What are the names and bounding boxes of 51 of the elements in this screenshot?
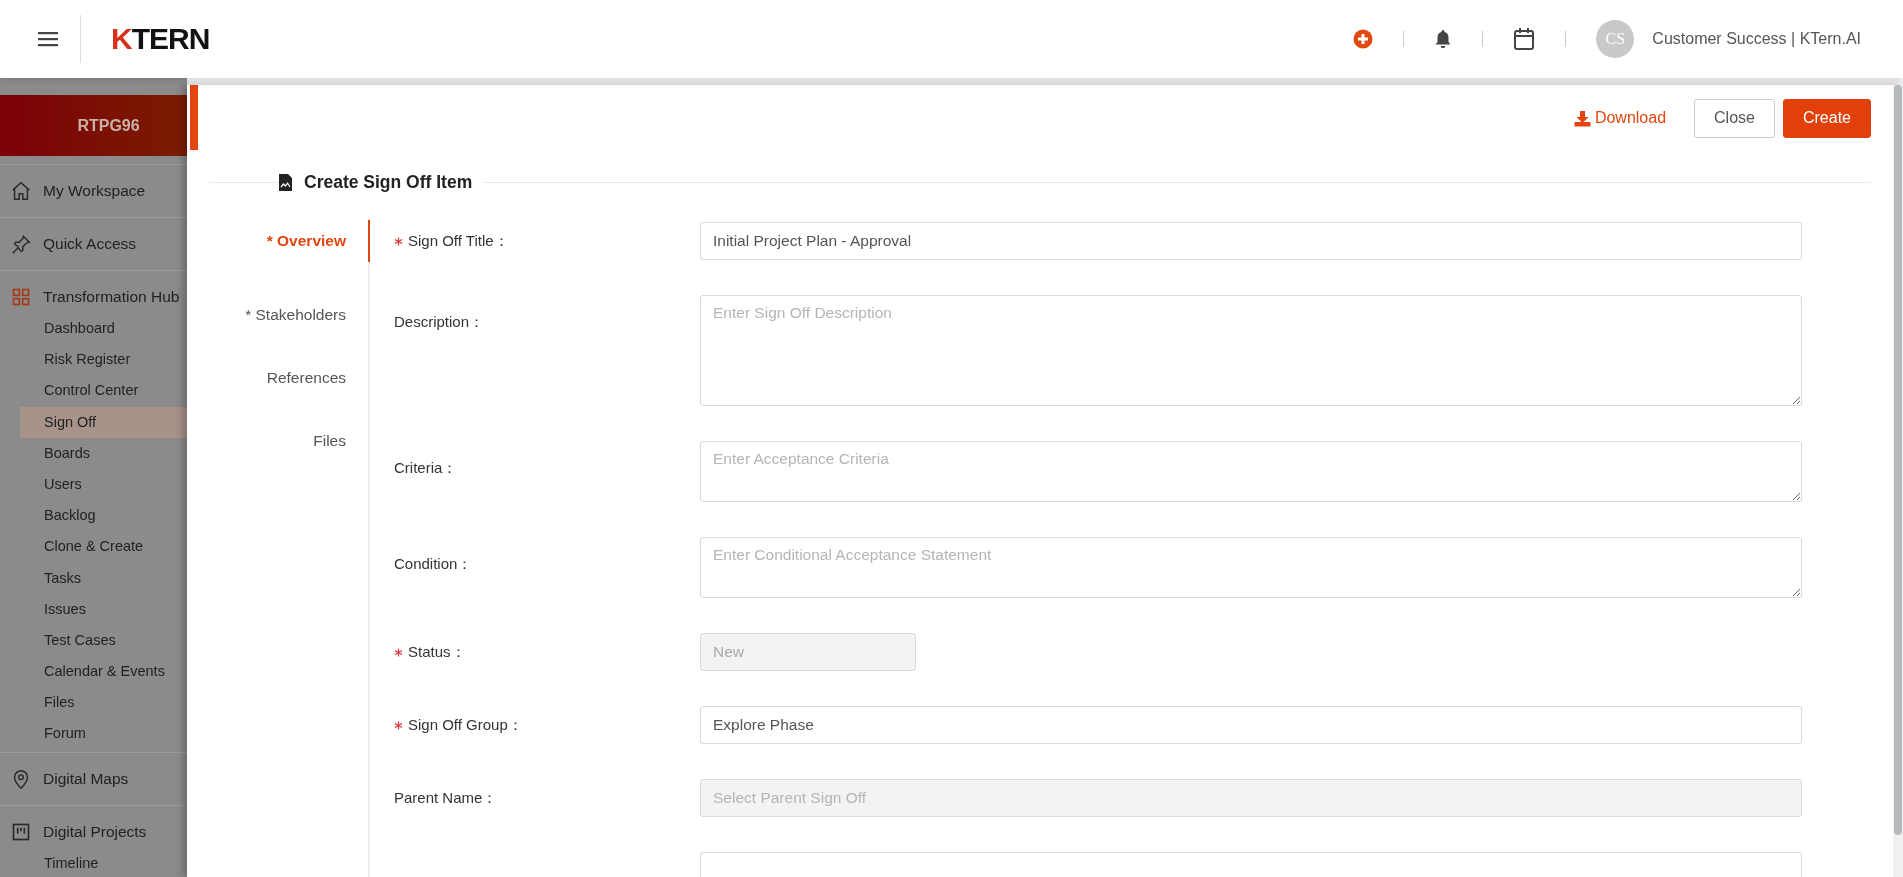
sidebar-item[interactable]: Clone & Create [20,531,187,563]
active-marker [190,85,198,150]
input-field[interactable]: Initial Project Plan - Approval [700,222,1802,260]
logo: KTERN [111,22,210,56]
sidebar-item[interactable]: Files [20,687,187,719]
field-label: Sign Off Group： [408,716,523,735]
sidebar-item[interactable]: Tasks [20,562,187,594]
sidebar-item[interactable]: Boards [20,437,187,469]
sidebar-item[interactable]: Sign Off [20,406,187,438]
sidebar-item[interactable]: Test Cases [20,624,187,657]
sidebar-item[interactable]: Backlog [20,500,187,532]
download-icon [1573,109,1591,127]
input-field[interactable]: Explore Phase [700,706,1802,744]
text-area[interactable]: Enter Acceptance Criteria [700,441,1802,502]
calendar-icon[interactable] [1513,27,1536,51]
menu-icon[interactable] [38,31,58,47]
sidebar-section[interactable]: Transformation Hub [43,288,180,306]
section-title: Create Sign Off Item [304,171,473,193]
field-label: Criteria： [394,459,458,478]
bell-icon[interactable] [1434,29,1453,49]
field-label: Parent Name： [394,789,498,808]
sidebar-item[interactable]: Timeline [20,847,187,877]
text-area[interactable]: Enter Sign Off Description [700,295,1802,406]
field-label: Condition： [394,555,473,574]
sidebar-item[interactable]: Issues [20,593,187,625]
project-banner: RTPG96 [0,95,187,156]
text-area[interactable]: Enter Conditional Acceptance Statement [700,537,1802,598]
sidebar-section[interactable]: Digital Projects [43,822,147,841]
sidebar-section[interactable]: My Workspace [43,182,146,200]
sidebar-item[interactable]: Dashboard [20,313,187,345]
secondary-button[interactable]: Close [1694,98,1775,138]
sidebar-item[interactable]: Risk Register [20,344,187,376]
form-tab[interactable]: Files [189,409,370,472]
form-tab[interactable]: References [189,346,370,409]
field-label: Description： [394,313,485,332]
primary-button[interactable]: Create [1782,98,1871,138]
add-icon[interactable] [1353,29,1374,49]
sidebar-section[interactable]: Quick Access [43,235,137,253]
sidebar-item[interactable]: Control Center [20,375,187,407]
sidebar-item[interactable]: Calendar & Events [20,656,187,688]
document-icon [279,173,292,191]
scrollbar-thumb[interactable] [1894,85,1902,835]
sidebar-section[interactable]: Digital Maps [43,769,129,788]
field-label: Status： [408,643,466,662]
sidebar-item[interactable]: Forum [20,718,187,750]
user-name[interactable]: Customer Success | KTern.AI [1652,30,1861,48]
download-link[interactable]: Download [1569,109,1671,127]
field-label: Sign Off Title： [408,232,509,251]
form-tab[interactable]: * Overview [189,220,370,262]
form-tab[interactable]: * Stakeholders [189,283,370,346]
sidebar-item[interactable]: Users [20,468,187,501]
